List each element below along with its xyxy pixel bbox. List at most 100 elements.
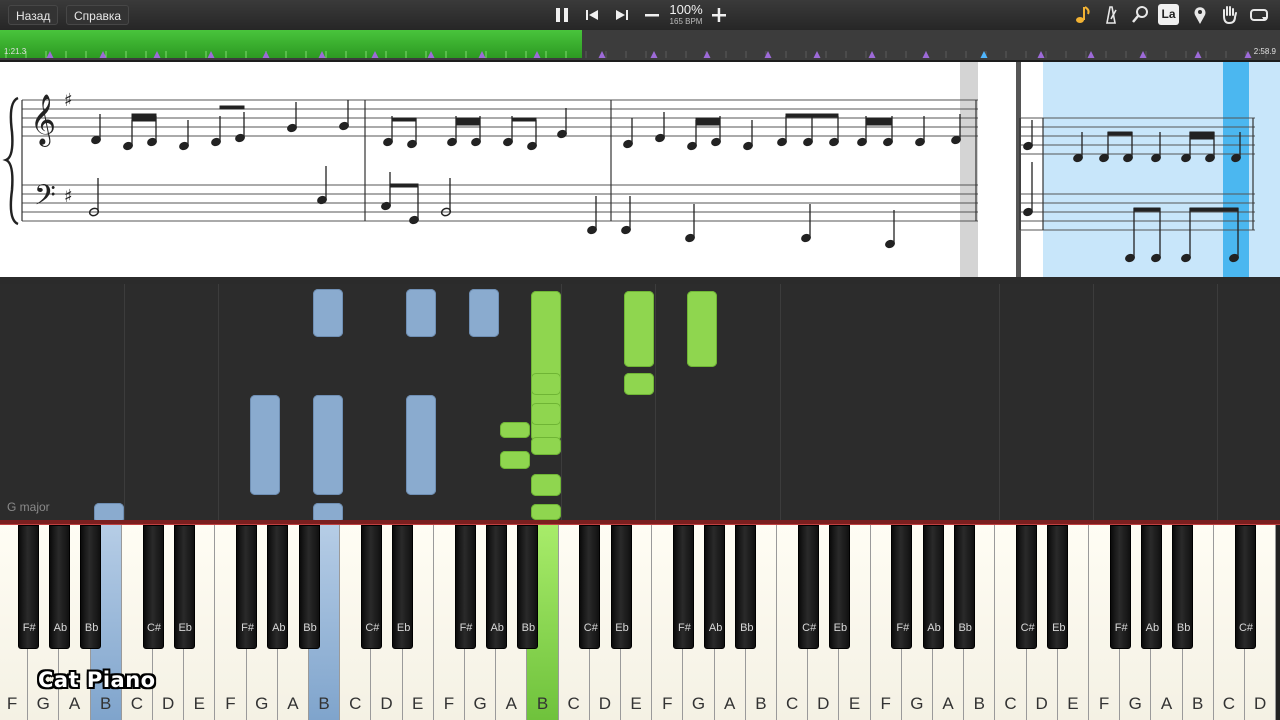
black-key[interactable]: C# [1234,525,1256,649]
black-key-label: C# [146,622,162,634]
back-button[interactable]: Назад [8,5,59,25]
white-key-label: F [443,694,455,713]
white-key-label: D [1035,694,1048,713]
timeline-marker [153,51,161,58]
black-key-label: Bb [84,622,99,634]
skip-forward-icon[interactable] [611,4,633,26]
right-hand-note [687,291,717,367]
black-key[interactable]: C# [1016,525,1038,649]
black-key[interactable]: Eb [392,525,414,649]
la-icon[interactable]: La [1158,4,1179,25]
black-key-label: Eb [178,622,192,634]
loop-icon[interactable] [1248,4,1270,26]
timeline-marker [764,51,772,58]
white-key-label: D [817,694,830,713]
black-key[interactable]: Bb [953,525,975,649]
black-key[interactable]: Ab [704,525,726,649]
timeline-marker [703,51,711,58]
total-time: 2:58.9 [1253,47,1276,56]
black-key[interactable]: Eb [610,525,632,649]
black-key-label: Ab [53,622,68,634]
white-key-label: D [380,694,393,713]
white-key-label: A [505,694,517,713]
white-key-label: C [785,694,799,713]
sheet-music: 𝄞 𝄢 ♯ ♯ [2,62,1280,277]
black-key[interactable]: Ab [922,525,944,649]
right-hand-note [624,291,654,367]
black-key[interactable]: F# [891,525,913,649]
white-key-label: A [942,694,954,713]
timeline-marker [1037,51,1045,58]
black-key-label: F# [22,622,36,634]
black-key[interactable]: F# [17,525,39,649]
black-key[interactable]: Ab [48,525,70,649]
white-key-label: E [630,694,642,713]
black-key-label: Bb [303,622,317,634]
white-key-label: C [349,694,362,713]
left-hand-note [94,503,124,520]
black-key-label: Eb [1052,622,1066,634]
black-key-label: Eb [833,622,848,634]
piano-keyboard[interactable]: FGABCDEFGABCDEFGABCDEFGABCDEFGABCDEFGABC… [0,525,1280,720]
skip-back-icon[interactable] [581,4,603,26]
white-key-label: E [1067,694,1079,713]
black-key[interactable]: C# [142,525,164,649]
timeline-marker [46,51,54,58]
plus-icon[interactable] [708,4,730,26]
timeline-marker [598,51,606,58]
timeline-marker [533,51,541,58]
white-key-label: A [724,694,736,713]
metronome-icon[interactable] [1100,4,1122,26]
white-key-label: F [880,694,891,713]
white-key-label: G [1128,694,1142,713]
zoom-level: 100% [669,2,703,17]
black-key[interactable]: F# [454,525,476,649]
left-hand-note [313,395,343,495]
black-key[interactable]: C# [579,525,601,649]
location-pin-icon[interactable] [1189,4,1211,26]
black-key[interactable]: Bb [735,525,757,649]
black-key[interactable]: C# [360,525,382,649]
white-key-label: F [1098,694,1110,713]
help-button[interactable]: Справка [66,5,130,25]
note-icon[interactable] [1071,4,1093,26]
black-key[interactable]: Eb [173,525,195,649]
black-key-label: Ab [490,622,504,634]
black-key[interactable]: C# [797,525,819,649]
minus-icon[interactable] [641,4,663,26]
black-key[interactable]: F# [1109,525,1131,649]
black-key[interactable]: Ab [1140,525,1162,649]
black-key[interactable]: F# [236,525,258,649]
timeline-scrubber[interactable]: 1:21.3 2:58.9 [0,30,1280,60]
sheet-music-panel: 𝄞 𝄢 ♯ ♯ [0,60,1280,277]
svg-text:𝄞: 𝄞 [30,94,56,147]
left-hand-note [250,395,280,495]
black-key[interactable]: Eb [1047,525,1069,649]
black-key[interactable]: Bb [298,525,320,649]
black-key[interactable]: Ab [485,525,507,649]
black-key-label: Bb [521,622,536,634]
white-key-label: B [100,694,112,713]
black-key-label: F# [1114,622,1128,634]
black-key-label: C# [1238,622,1254,634]
black-key[interactable]: Bb [516,525,538,649]
black-key[interactable]: Eb [828,525,850,649]
right-hand-note [531,373,561,395]
pause-icon[interactable] [551,4,573,26]
black-key-label: F# [241,622,255,634]
magnifier-icon[interactable] [1129,4,1151,26]
black-key[interactable]: Ab [267,525,289,649]
timeline-marker [1194,51,1202,58]
black-key-label: Eb [396,622,411,634]
black-key[interactable]: Bb [80,525,102,649]
left-hand-note [313,289,343,337]
svg-text:♯: ♯ [64,90,73,111]
black-key[interactable]: Bb [1172,525,1194,649]
black-key-label: F# [896,622,910,634]
right-hand-note [531,474,561,496]
black-key[interactable]: F# [672,525,694,649]
hand-icon[interactable] [1218,4,1240,26]
top-toolbar: Назад Справка 100% 165 BPM La [0,0,1280,30]
white-key-label: A [287,694,299,713]
white-key-label: F [662,694,673,713]
